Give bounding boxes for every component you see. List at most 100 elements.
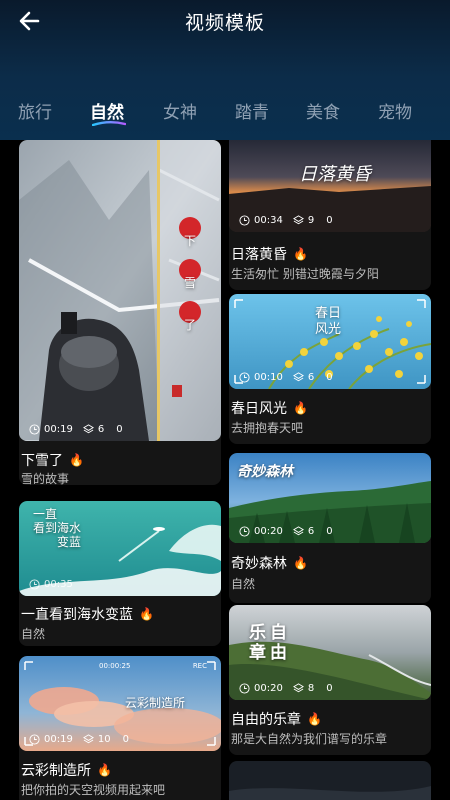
spring-desc: 去拥抱春天吧 [231, 421, 304, 435]
sunset-title: 日落黄昏 [231, 247, 287, 263]
tab-outing[interactable]: 踏青 [235, 98, 269, 123]
cloud-duration: 00:19 [44, 734, 73, 745]
clock-icon [29, 424, 40, 435]
template-card-freedom[interactable]: 乐自 章由 00:20 8 0 自由的乐章 🔥 那是大自然为我们谱写的乐章 [229, 605, 431, 755]
sea-overlay-text: 一直 看到海水 变蓝 [33, 507, 81, 549]
cloud-title-row: 云彩制造所 🔥 [21, 760, 112, 780]
sunset-meta: 00:34 9 0 [239, 215, 333, 226]
snow-meta: 00:19 6 0 [29, 424, 123, 435]
freedom-overlay-char-4: 由 [270, 643, 287, 663]
thumbnail-cloud: 00:00:25 REC 云彩制造所 00:19 10 0 [19, 656, 221, 751]
sea-overlay-line2: 看到海水 [33, 521, 82, 535]
forest-clips: 6 [307, 526, 315, 537]
cloud-meta: 00:19 10 0 [29, 734, 129, 745]
thumbnail-next [229, 761, 431, 800]
sunset-clips: 9 [307, 215, 315, 226]
clock-icon [239, 683, 250, 694]
active-tab-underline [92, 121, 126, 126]
sea-meta: 00:35 [29, 579, 73, 590]
layers-icon [292, 526, 304, 536]
thumbnail-sea: 一直 看到海水 变蓝 00:35 [19, 501, 221, 596]
cloud-clips: 10 [97, 734, 111, 745]
spring-meta: 00:10 6 0 [239, 372, 333, 383]
spring-title: 春日风光 [231, 401, 287, 417]
freedom-clips: 8 [307, 683, 315, 694]
template-card-cloud[interactable]: 00:00:25 REC 云彩制造所 00:19 10 0 云彩制造所 🔥 把你… [19, 656, 221, 800]
snow-count: 0 [116, 424, 123, 435]
template-grid: 下雪了 00:19 6 0 下雪了 🔥 雪的故事 一直 看到海水 变蓝 00:3… [0, 140, 450, 800]
tab-nature[interactable]: 自然 [90, 98, 124, 123]
snow-overlay-text: 下雪了 [184, 234, 197, 332]
layers-icon [82, 424, 94, 434]
thumbnail-freedom: 乐自 章由 00:20 8 0 [229, 605, 431, 700]
template-card-sea[interactable]: 一直 看到海水 变蓝 00:35 一直看到海水变蓝 🔥 自然 [19, 501, 221, 646]
freedom-overlay-char-3: 章 [249, 643, 266, 663]
layers-icon [292, 372, 304, 382]
fire-icon: 🔥 [293, 401, 308, 415]
fire-icon: 🔥 [293, 556, 308, 570]
freedom-duration: 00:20 [254, 683, 283, 694]
tab-food[interactable]: 美食 [306, 98, 340, 123]
template-card-spring[interactable]: 春日风光 00:10 6 0 春日风光 🔥 去拥抱春天吧 [229, 294, 431, 444]
forest-title-row: 奇妙森林 🔥 [231, 553, 308, 573]
forest-meta: 00:20 6 0 [239, 526, 333, 537]
sunset-count: 0 [326, 215, 333, 226]
thumbnail-forest: 奇妙森林 00:20 6 0 [229, 453, 431, 543]
template-card-forest[interactable]: 奇妙森林 00:20 6 0 奇妙森林 🔥 自然 [229, 453, 431, 603]
freedom-desc: 那是大自然为我们谱写的乐章 [231, 732, 388, 746]
fire-icon: 🔥 [139, 607, 154, 621]
freedom-overlay-text: 乐自 章由 [249, 623, 287, 663]
forest-count: 0 [326, 526, 333, 537]
forest-desc: 自然 [231, 577, 256, 591]
cloud-count: 0 [122, 734, 129, 745]
snow-clips: 6 [97, 424, 105, 435]
thumbnail-spring: 春日风光 00:10 6 0 [229, 294, 431, 389]
freedom-overlay-char-1: 乐 [249, 623, 266, 643]
snow-desc: 雪的故事 [21, 472, 70, 485]
header: 视频模板 旅行 自然 女神 踏青 美食 宠物 [0, 0, 450, 140]
spring-count: 0 [326, 372, 333, 383]
sea-overlay-line1: 一直 [33, 507, 58, 521]
sunset-desc: 生活匆忙 别错过晚霞与夕阳 [231, 267, 379, 281]
cloud-overlay-text: 云彩制造所 [125, 696, 186, 710]
snow-title: 下雪了 [21, 453, 63, 469]
layers-icon [82, 734, 94, 744]
thumbnail-snow: 下雪了 00:19 6 0 [19, 140, 221, 441]
snow-duration: 00:19 [44, 424, 73, 435]
spring-title-row: 春日风光 🔥 [231, 398, 308, 418]
freedom-meta: 00:20 8 0 [239, 683, 333, 694]
sea-duration: 00:35 [44, 579, 73, 590]
cloud-timecode: 00:00:25 [99, 662, 131, 670]
spring-overlay-text: 春日风光 [315, 306, 342, 337]
template-card-sunset[interactable]: 日落黄昏 00:34 9 0 日落黄昏 🔥 生活匆忙 别错过晚霞与夕阳 [229, 140, 431, 290]
fire-icon: 🔥 [97, 763, 112, 777]
tab-goddess[interactable]: 女神 [163, 98, 197, 123]
fire-icon: 🔥 [307, 712, 322, 726]
sea-title-row: 一直看到海水变蓝 🔥 [21, 604, 154, 624]
clock-icon [29, 579, 40, 590]
tab-travel[interactable]: 旅行 [18, 98, 52, 123]
sea-desc: 自然 [21, 627, 46, 641]
sunset-duration: 00:34 [254, 215, 283, 226]
template-card-snow[interactable]: 下雪了 00:19 6 0 下雪了 🔥 雪的故事 [19, 140, 221, 485]
spring-clips: 6 [307, 372, 315, 383]
clock-icon [239, 372, 250, 383]
clock-icon [29, 734, 40, 745]
thumbnail-sunset: 日落黄昏 00:34 9 0 [229, 140, 431, 232]
clock-icon [239, 526, 250, 537]
cloud-desc: 把你拍的天空视频用起来吧 [21, 783, 166, 797]
fire-icon: 🔥 [69, 453, 84, 467]
freedom-title: 自由的乐章 [231, 712, 301, 728]
sunset-title-row: 日落黄昏 🔥 [231, 244, 308, 264]
layers-icon [292, 683, 304, 693]
sunset-overlay-text: 日落黄昏 [299, 164, 371, 185]
freedom-count: 0 [326, 683, 333, 694]
spring-duration: 00:10 [254, 372, 283, 383]
template-card-next[interactable] [229, 761, 431, 800]
fire-icon: 🔥 [293, 247, 308, 261]
tab-pets[interactable]: 宠物 [378, 98, 412, 123]
snow-title-row: 下雪了 🔥 [21, 450, 84, 470]
cloud-rec: REC [192, 662, 207, 670]
sea-title: 一直看到海水变蓝 [21, 607, 133, 623]
cloud-title: 云彩制造所 [21, 763, 91, 779]
